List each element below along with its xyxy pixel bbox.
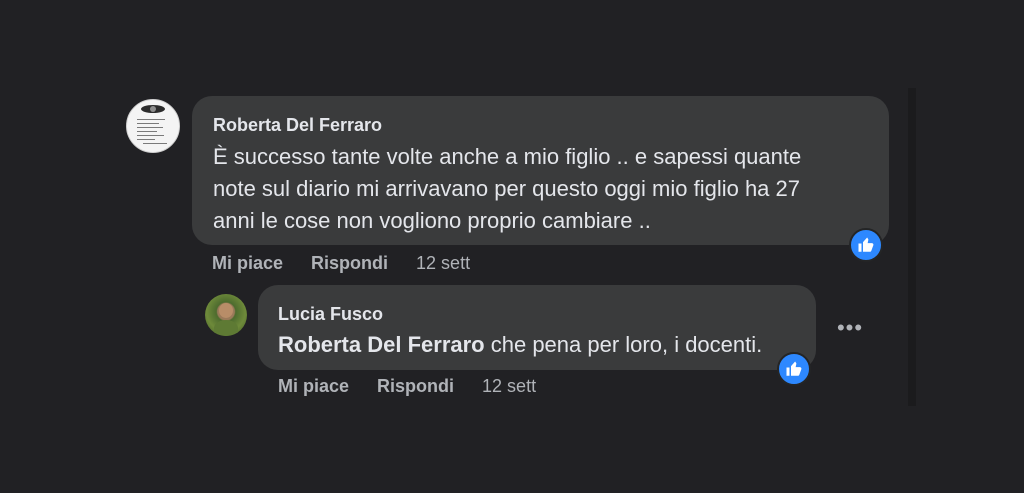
reply-button[interactable]: Rispondi (377, 374, 454, 398)
mention-link[interactable]: Roberta Del Ferraro (278, 332, 485, 357)
comment-text: È successo tante volte anche a mio figli… (213, 141, 869, 237)
comment-bubble: Roberta Del Ferraro È successo tante vol… (192, 96, 889, 245)
avatar[interactable] (126, 99, 180, 153)
reply-timestamp[interactable]: 12 sett (482, 374, 536, 398)
reply-text: Roberta Del Ferraro che pena per loro, i… (278, 329, 796, 361)
reply-author[interactable]: Lucia Fusco (278, 301, 796, 327)
like-button[interactable]: Mi piace (278, 374, 349, 398)
comment-text-line: anni le cose non vogliono proprio cambia… (213, 208, 651, 233)
reply-bubble: Lucia Fusco Roberta Del Ferraro che pena… (258, 285, 816, 370)
avatar[interactable] (205, 294, 247, 336)
reply-text-content: che pena per loro, i docenti. (484, 332, 763, 357)
more-options-icon: ••• (836, 315, 864, 340)
comment-text-line: È successo tante volte anche a mio figli… (213, 144, 802, 169)
reply-button[interactable]: Rispondi (311, 251, 388, 275)
like-button[interactable]: Mi piace (212, 251, 283, 275)
avatar-image (141, 105, 165, 113)
like-reaction-icon[interactable] (777, 352, 811, 386)
comment-timestamp[interactable]: 12 sett (416, 251, 470, 275)
scrollbar-track[interactable] (908, 88, 916, 406)
comment-author[interactable]: Roberta Del Ferraro (213, 112, 869, 138)
thumbs-up-icon (858, 237, 874, 252)
thumbs-up-icon (786, 361, 802, 376)
comment-text-line: note sul diario mi arrivavano per questo… (213, 176, 800, 201)
comment-actions: Mi piace Rispondi 12 sett (212, 251, 470, 275)
reply-actions: Mi piace Rispondi 12 sett (278, 374, 536, 398)
avatar-image (219, 303, 233, 318)
more-options-button[interactable]: ••• (834, 312, 866, 344)
like-reaction-icon[interactable] (849, 228, 883, 262)
